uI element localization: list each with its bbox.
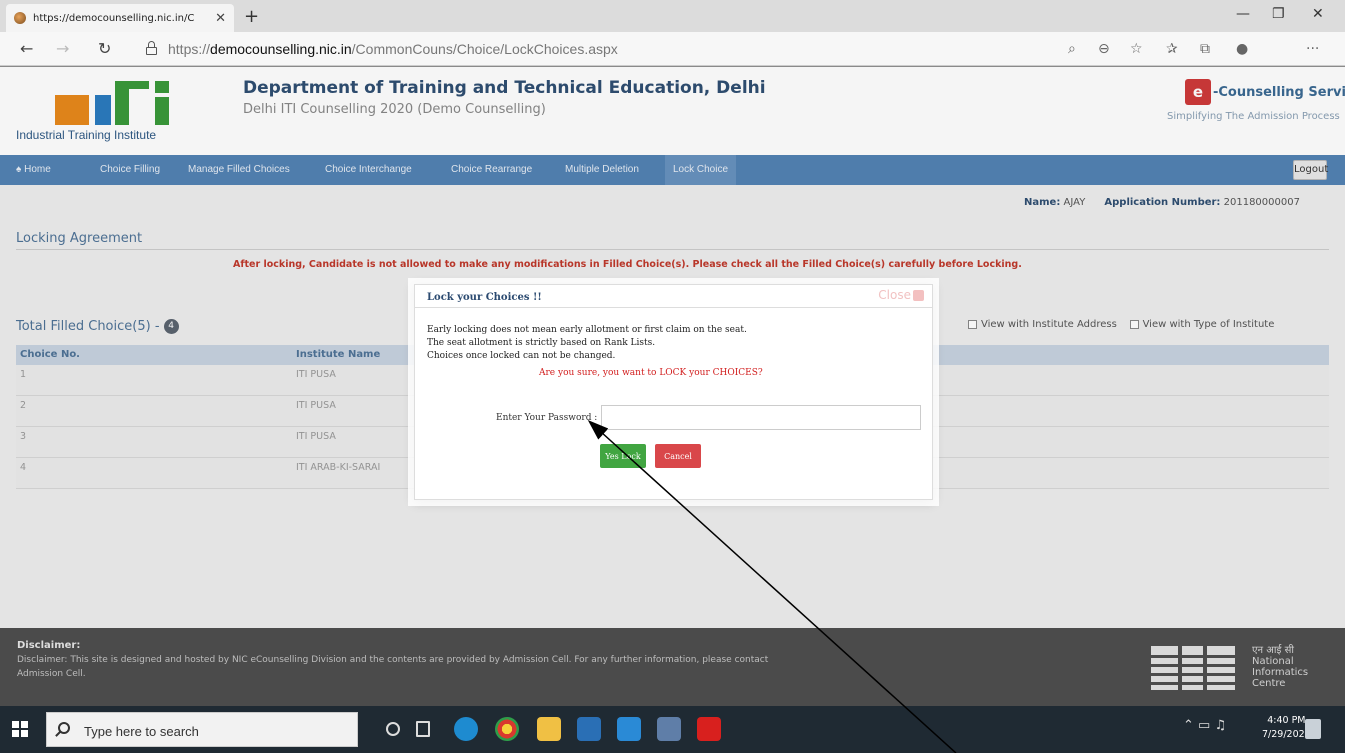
search-icon <box>58 722 70 734</box>
more-menu-icon[interactable]: ··· <box>1306 41 1319 57</box>
pdf-reader-icon[interactable] <box>697 717 721 741</box>
password-input[interactable] <box>601 405 921 430</box>
taskbar-search[interactable]: Type here to search <box>46 712 358 747</box>
disclaimer-text: Disclaimer: This site is designed and ho… <box>17 655 769 679</box>
favorite-star-icon[interactable]: ☆ <box>1130 41 1143 57</box>
dialog-note-2: The seat allotment is strictly based on … <box>427 338 656 348</box>
tab-close-icon[interactable]: ✕ <box>215 11 226 26</box>
dialog-confirm-question: Are you sure, you want to LOCK your CHOI… <box>539 368 763 378</box>
dialog-close-button[interactable]: Close <box>878 288 924 302</box>
clock-time: 4:40 PM <box>1267 715 1306 726</box>
read-aloud-icon[interactable]: ⌕ <box>1068 41 1076 57</box>
task-view-icon[interactable] <box>416 721 430 737</box>
chrome-browser-icon[interactable] <box>495 717 519 741</box>
browser-tab[interactable]: https://democounselling.nic.in/C ✕ <box>6 4 234 32</box>
profile-icon[interactable]: ● <box>1236 41 1248 57</box>
maximize-icon[interactable]: ❐ <box>1272 6 1285 22</box>
edge-browser-icon[interactable] <box>454 717 478 741</box>
notification-icon[interactable] <box>1305 719 1321 739</box>
dialog-note-1: Early locking does not mean early allotm… <box>427 325 747 335</box>
mail-icon[interactable] <box>617 717 641 741</box>
refresh-icon[interactable]: ↻ <box>98 39 111 58</box>
cortana-icon[interactable] <box>386 722 400 736</box>
zoom-icon[interactable]: ⊖ <box>1098 41 1110 57</box>
cancel-button[interactable]: Cancel <box>655 444 701 468</box>
window-close-icon[interactable]: ✕ <box>1312 6 1324 22</box>
file-explorer-icon[interactable] <box>537 717 561 741</box>
taskbar-clock[interactable]: 4:40 PM 7/29/2020 <box>1262 714 1311 742</box>
new-tab-button[interactable]: + <box>244 6 259 27</box>
site-favicon-icon <box>14 12 26 24</box>
app-icon[interactable] <box>657 717 681 741</box>
site-footer: Disclaimer: Disclaimer: This site is des… <box>0 628 1345 706</box>
dialog-title: Lock your Choices !! <box>427 292 542 303</box>
nic-logo <box>1151 646 1235 690</box>
back-icon[interactable]: ← <box>20 39 33 58</box>
url-field[interactable]: https://democounselling.nic.in/CommonCou… <box>168 41 618 57</box>
windows-start-icon[interactable] <box>12 721 28 737</box>
close-icon <box>913 290 924 301</box>
tab-title: https://democounselling.nic.in/C <box>33 12 195 24</box>
lock-icon[interactable] <box>146 41 157 55</box>
collections-icon[interactable]: ⧉ <box>1200 41 1210 57</box>
favorites-bar-icon[interactable]: ✰ <box>1166 41 1178 57</box>
lock-choices-dialog: Lock your Choices !! Close Early locking… <box>414 284 933 500</box>
system-tray[interactable]: ⌃ ▭ ♫ <box>1183 718 1226 733</box>
clock-date: 7/29/2020 <box>1262 729 1311 740</box>
divider <box>415 307 932 308</box>
dialog-note-3: Choices once locked can not be changed. <box>427 351 616 361</box>
forward-icon[interactable]: → <box>56 39 69 58</box>
nic-name: एन आई सी National Informatics Centre <box>1252 645 1309 689</box>
minimize-icon[interactable]: — <box>1236 6 1250 22</box>
password-label: Enter Your Password : <box>496 413 598 423</box>
windows-taskbar: Type here to search ⌃ ▭ ♫ 4:40 PM 7/29/2… <box>0 706 1345 753</box>
address-bar: ← → ↻ https://democounselling.nic.in/Com… <box>0 32 1345 66</box>
yes-lock-button[interactable]: Yes Lock <box>600 444 646 468</box>
browser-tab-strip: https://democounselling.nic.in/C ✕ + — ❐… <box>0 0 1345 32</box>
search-placeholder: Type here to search <box>84 724 199 739</box>
store-icon[interactable] <box>577 717 601 741</box>
disclaimer-title: Disclaimer: <box>17 640 81 651</box>
